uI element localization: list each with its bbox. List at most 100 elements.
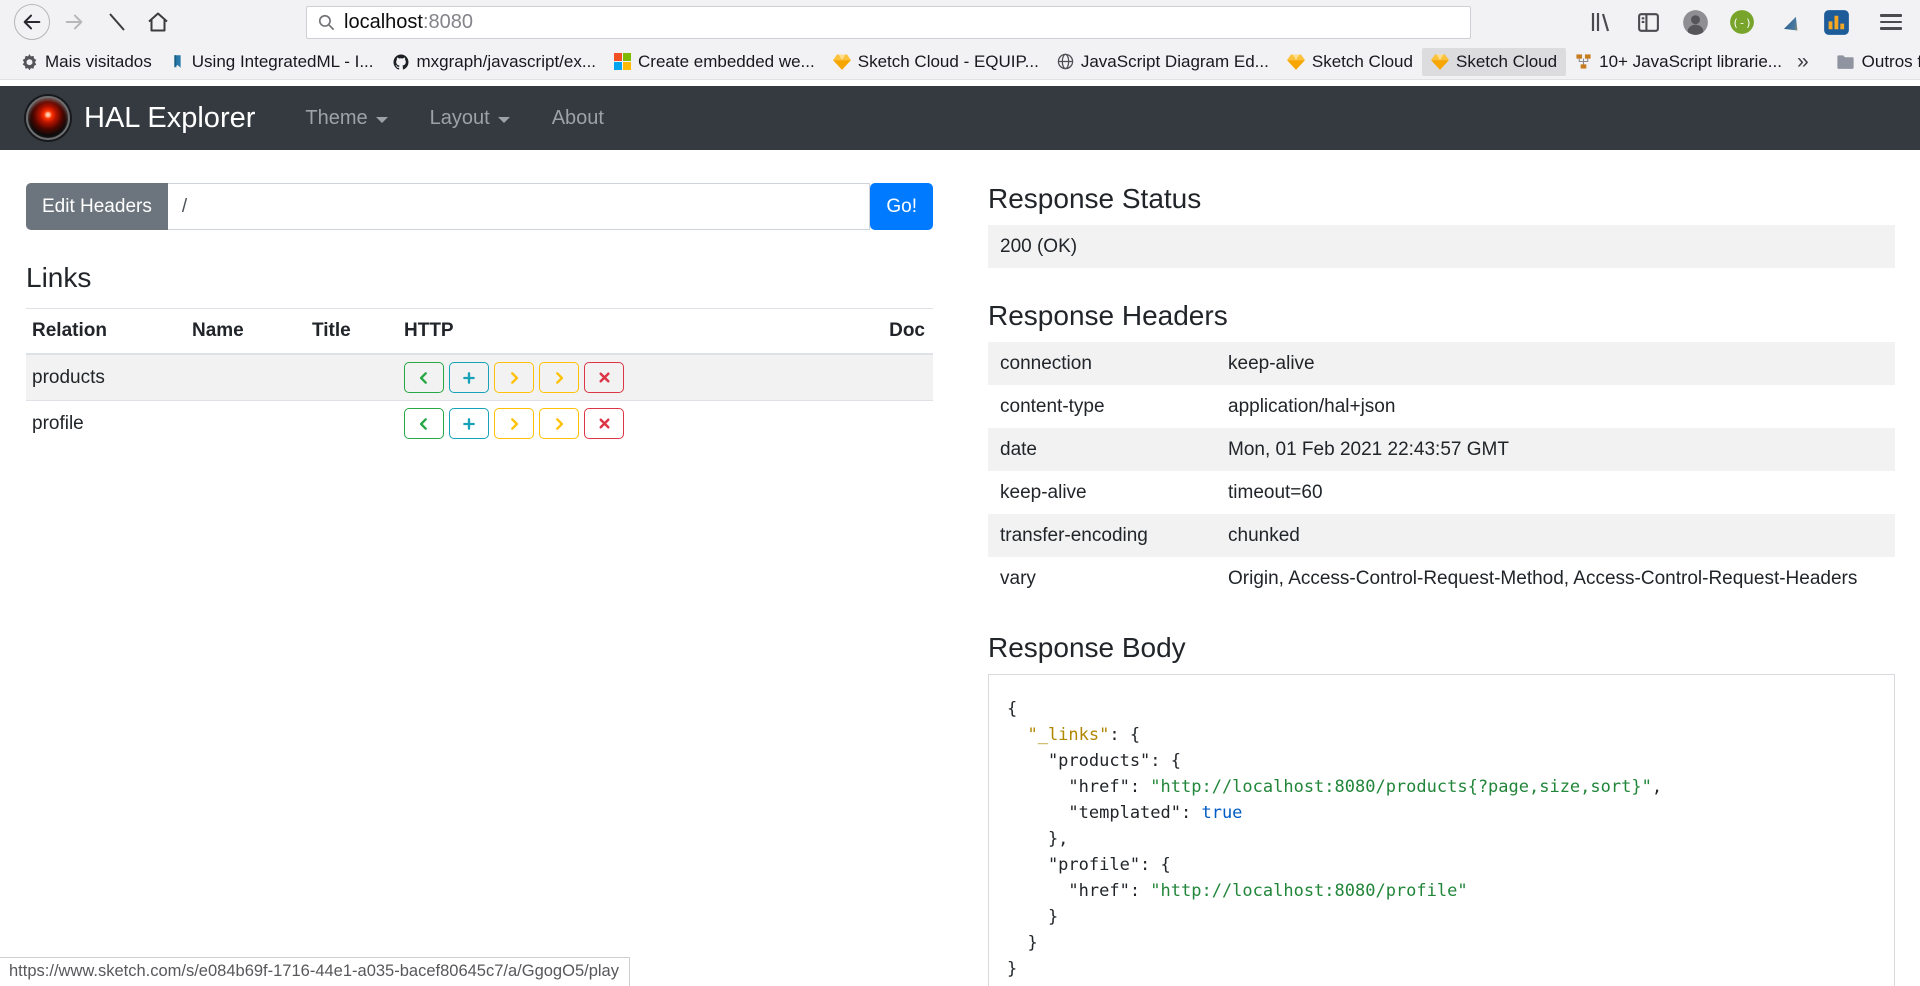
- response-status-table: 200 (OK): [988, 225, 1895, 268]
- main-content: Edit Headers Go! Links Relation Name Tit…: [0, 150, 1920, 986]
- response-status-heading: Response Status: [988, 183, 1895, 215]
- plus-icon: [462, 371, 476, 385]
- bookmark-label: mxgraph/javascript/ex...: [417, 52, 597, 72]
- bookmark-label: Sketch Cloud - EQUIP...: [858, 52, 1039, 72]
- bookmark-sketch-cloud-2[interactable]: Sketch Cloud: [1422, 48, 1566, 76]
- bookmarks-right-group: » Outros favoritos: [1791, 48, 1920, 76]
- code-line: },: [1007, 826, 1876, 852]
- http-post-button[interactable]: [449, 362, 489, 393]
- doc-cell: [863, 401, 933, 447]
- http-cell: [398, 401, 863, 447]
- code-line: "_links": {: [1007, 722, 1876, 748]
- status-row: 200 (OK): [988, 225, 1895, 268]
- relation-cell: products: [26, 354, 186, 401]
- code-line: }: [1007, 930, 1876, 956]
- header-value: Mon, 01 Feb 2021 22:43:57 GMT: [1216, 428, 1895, 471]
- doc-cell: [863, 354, 933, 401]
- github-icon: [392, 53, 410, 71]
- sketch-diamond-icon: [833, 54, 851, 70]
- http-post-button[interactable]: [449, 408, 489, 439]
- status-value: 200 (OK): [988, 225, 1895, 268]
- http-patch-button[interactable]: [539, 408, 579, 439]
- svg-text:(-): (-): [1732, 16, 1752, 29]
- http-delete-button[interactable]: [584, 408, 624, 439]
- gear-icon: [21, 53, 38, 70]
- bookmarks-bar: Mais visitados Using IntegratedML - I...…: [0, 44, 1920, 80]
- browser-toolbar: localhost:8080 (-): [0, 0, 1920, 44]
- http-button-group: [404, 362, 855, 393]
- account-avatar[interactable]: [1680, 7, 1710, 37]
- chevron-right-icon: [552, 417, 566, 431]
- response-headers-table: connection keep-alive content-type appli…: [988, 342, 1895, 600]
- sidebar-icon[interactable]: [1633, 7, 1663, 37]
- home-button[interactable]: [140, 4, 176, 40]
- back-button[interactable]: [14, 4, 50, 40]
- http-patch-button[interactable]: [539, 362, 579, 393]
- url-host: localhost: [344, 11, 423, 34]
- links-header-row: Relation Name Title HTTP Doc: [26, 309, 933, 355]
- forward-arrow-icon: [63, 11, 85, 33]
- chart-extension-icon[interactable]: [1821, 7, 1851, 37]
- library-icon[interactable]: [1586, 7, 1616, 37]
- back-arrow-icon: [21, 11, 43, 33]
- bookmark-mais-visitados[interactable]: Mais visitados: [12, 48, 161, 76]
- menu-icon[interactable]: [1880, 14, 1902, 30]
- http-get-button[interactable]: [404, 408, 444, 439]
- bookmark-sketch-cloud-1[interactable]: Sketch Cloud: [1278, 48, 1422, 76]
- diagonal-line-icon: [104, 10, 128, 34]
- title-cell: [306, 354, 398, 401]
- menu-about[interactable]: About: [536, 99, 620, 138]
- menu-layout[interactable]: Layout: [414, 99, 526, 138]
- title-cell: [306, 401, 398, 447]
- header-value: chunked: [1216, 514, 1895, 557]
- bookmark-sketch-equip[interactable]: Sketch Cloud - EQUIP...: [824, 48, 1048, 76]
- menu-theme[interactable]: Theme: [289, 99, 403, 138]
- uri-input[interactable]: [168, 183, 871, 230]
- header-name: content-type: [988, 385, 1216, 428]
- header-name: date: [988, 428, 1216, 471]
- code-line: "href": "http://localhost:8080/profile": [1007, 878, 1876, 904]
- header-value: Origin, Access-Control-Request-Method, A…: [1216, 557, 1895, 600]
- json-extension-icon[interactable]: (-): [1727, 7, 1757, 37]
- http-delete-button[interactable]: [584, 362, 624, 393]
- header-name: vary: [988, 557, 1216, 600]
- edit-headers-button[interactable]: Edit Headers: [26, 183, 168, 230]
- bookmark-using-integratedml[interactable]: Using IntegratedML - I...: [161, 48, 383, 76]
- x-icon: [598, 371, 611, 384]
- http-get-button[interactable]: [404, 362, 444, 393]
- link-row-profile: profile: [26, 401, 933, 447]
- name-cell: [186, 354, 306, 401]
- toolbar-actions: (-): [1586, 7, 1906, 37]
- link-preview-statusbar: https://www.sketch.com/s/e084b69f-1716-4…: [0, 957, 630, 986]
- arrow-extension-icon[interactable]: [1774, 7, 1804, 37]
- response-panel: Response Status 200 (OK) Response Header…: [988, 183, 1895, 986]
- bookmark-create-embedded[interactable]: Create embedded we...: [605, 48, 824, 76]
- reload-button[interactable]: [98, 4, 134, 40]
- url-bar[interactable]: localhost:8080: [306, 6, 1471, 39]
- other-favorites[interactable]: Outros favoritos: [1827, 48, 1920, 76]
- bookmarks-overflow-chevron[interactable]: »: [1791, 50, 1813, 74]
- header-value: application/hal+json: [1216, 385, 1895, 428]
- forward-button[interactable]: [56, 4, 92, 40]
- http-put-button[interactable]: [494, 408, 534, 439]
- microsoft-icon: [614, 53, 631, 70]
- col-relation: Relation: [26, 309, 186, 355]
- bookmark-mxgraph[interactable]: mxgraph/javascript/ex...: [383, 48, 606, 76]
- url-port: :8080: [423, 11, 473, 34]
- chevron-down-icon: [498, 117, 510, 123]
- code-line: "href": "http://localhost:8080/products{…: [1007, 774, 1876, 800]
- response-headers-heading: Response Headers: [988, 300, 1895, 332]
- header-row: connection keep-alive: [988, 342, 1895, 385]
- header-value: timeout=60: [1216, 471, 1895, 514]
- hal-9000-logo: [26, 96, 70, 140]
- col-title: Title: [306, 309, 398, 355]
- header-name: transfer-encoding: [988, 514, 1216, 557]
- http-cell: [398, 354, 863, 401]
- col-http: HTTP: [398, 309, 863, 355]
- chevron-left-icon: [417, 371, 431, 385]
- code-line: "products": {: [1007, 748, 1876, 774]
- http-put-button[interactable]: [494, 362, 534, 393]
- go-button[interactable]: Go!: [870, 183, 933, 230]
- bookmark-10-js-libraries[interactable]: 10+ JavaScript librarie...: [1566, 48, 1791, 76]
- bookmark-js-diagram[interactable]: JavaScript Diagram Ed...: [1048, 48, 1278, 76]
